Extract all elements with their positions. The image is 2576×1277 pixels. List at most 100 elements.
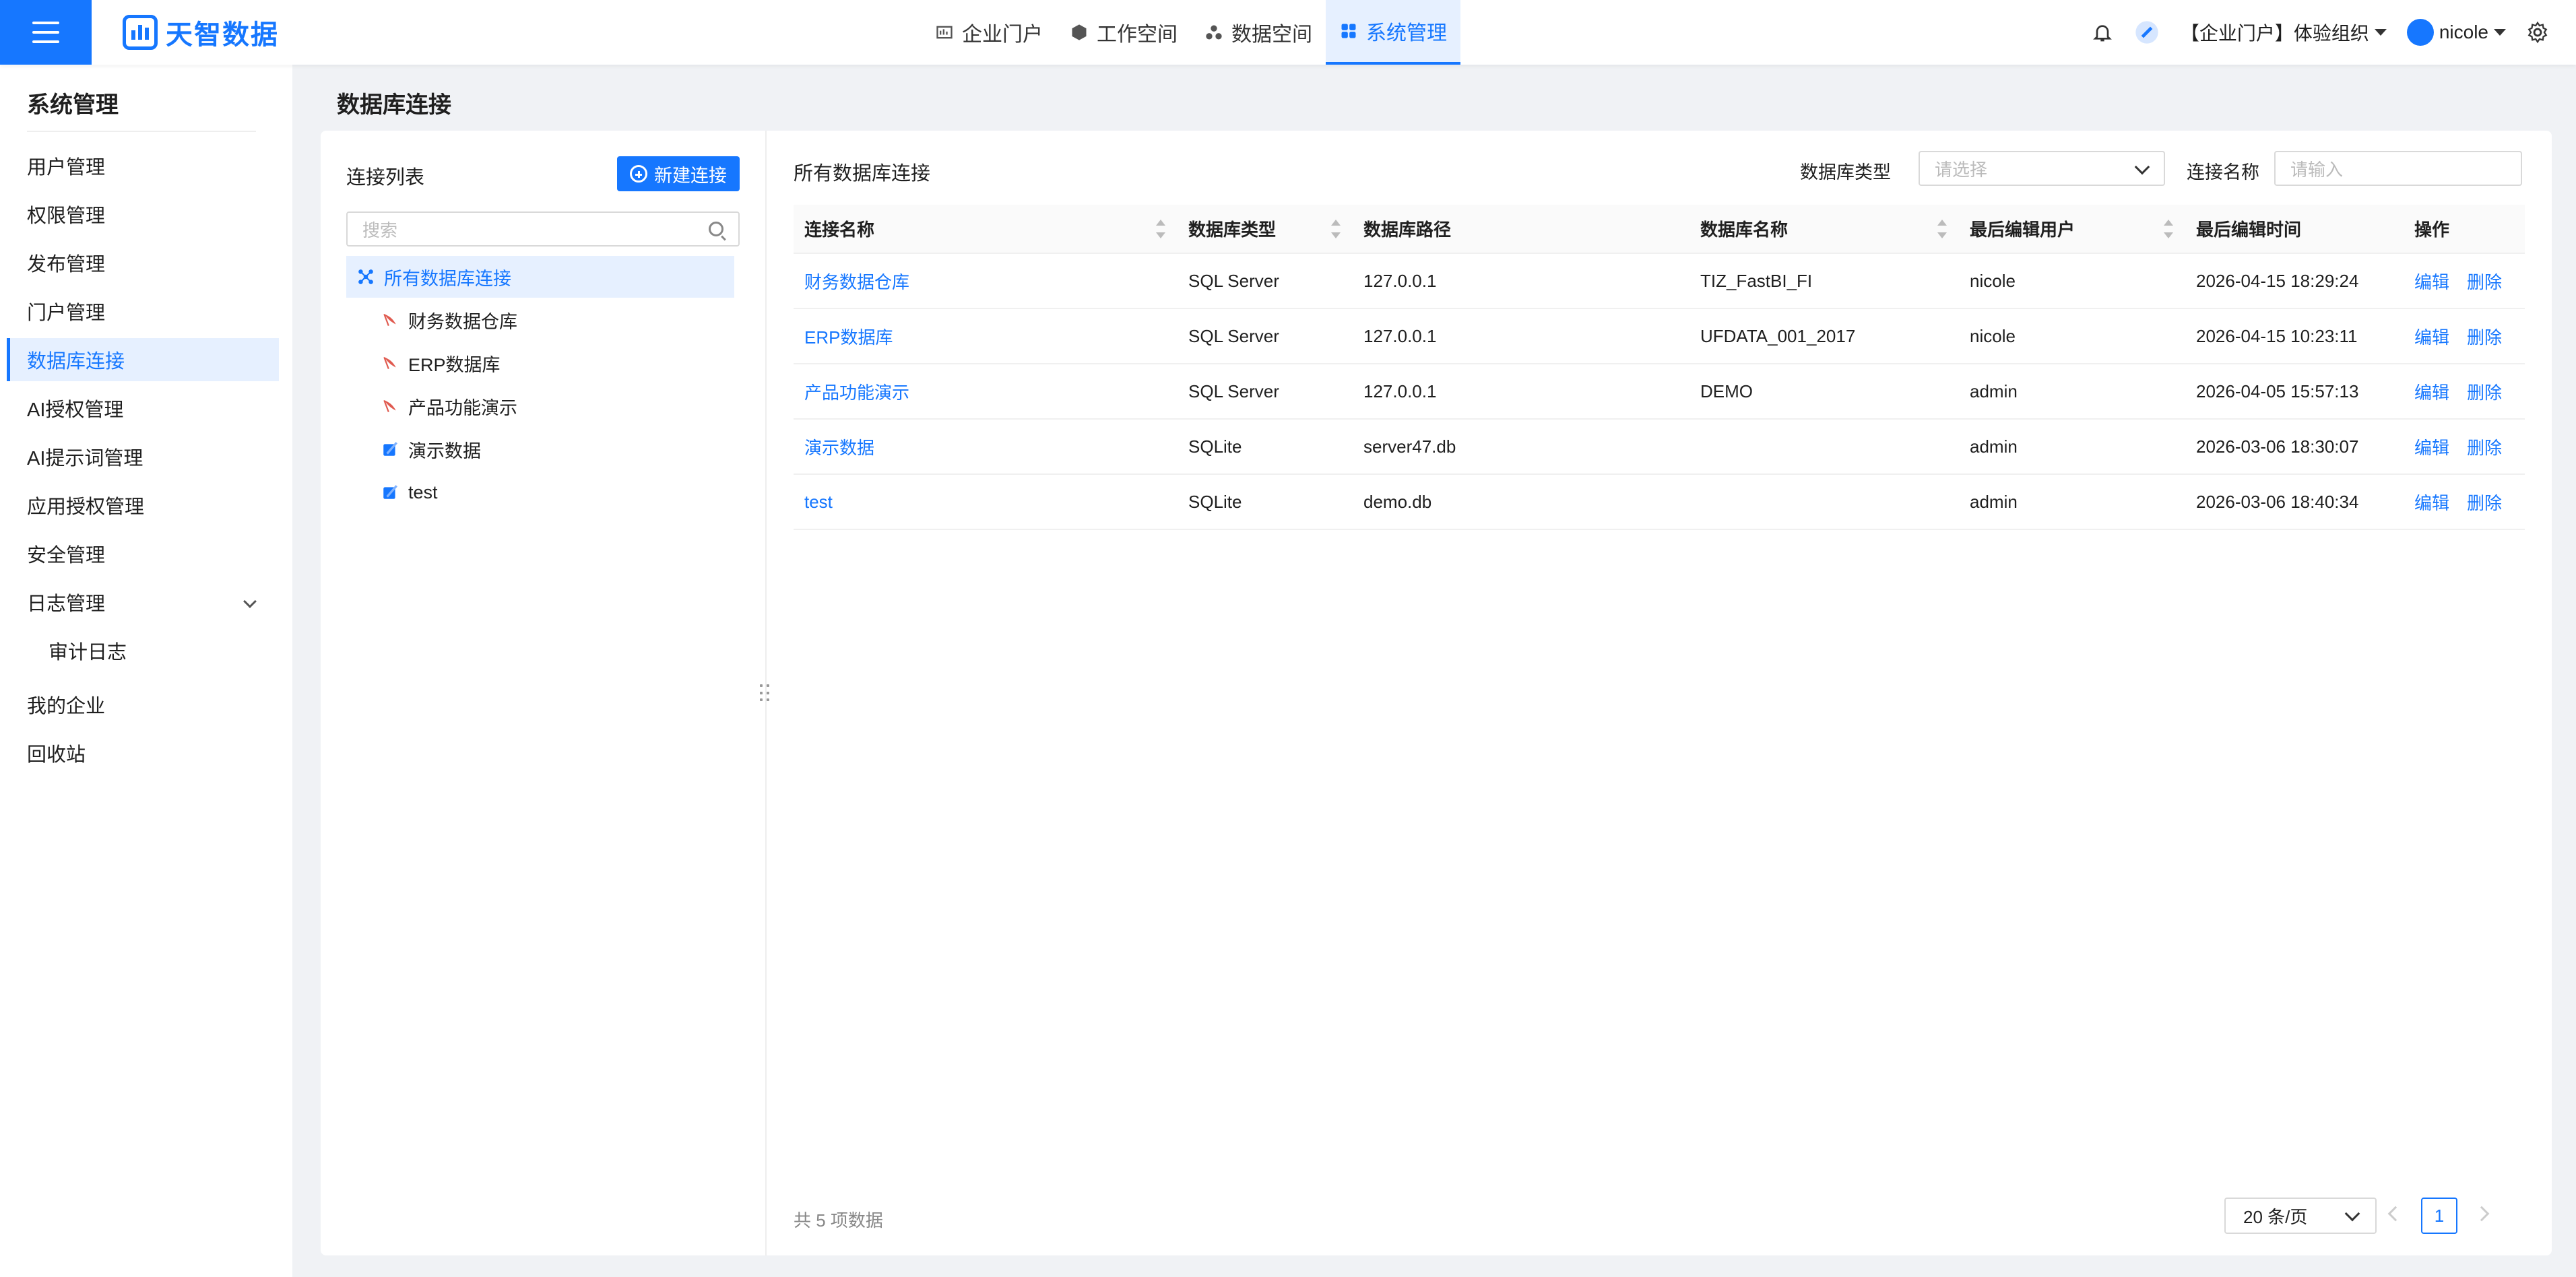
db-type-select[interactable]: 请选择	[1919, 151, 2165, 186]
cell-db-name: TIZ_FastBI_FI	[1689, 253, 1959, 309]
sidebar-item-logs[interactable]: 日志管理	[7, 581, 279, 624]
workspace-icon	[1072, 24, 1087, 40]
sqlite-icon	[383, 485, 397, 499]
connections-icon	[358, 269, 373, 284]
connection-name-link[interactable]: test	[794, 474, 1178, 530]
filter-conn-name-label: 连接名称	[2187, 162, 2259, 183]
app-logo[interactable]: 天智数据	[123, 13, 279, 51]
ai-assistant-icon[interactable]	[2133, 19, 2160, 46]
sidebar-item-recycle-bin[interactable]: 回收站	[7, 731, 279, 775]
delete-button[interactable]: 删除	[2467, 383, 2502, 403]
sort-icon[interactable]	[1331, 220, 1341, 238]
cell-db-name	[1689, 419, 1959, 475]
delete-button[interactable]: 删除	[2467, 438, 2502, 458]
connection-name-link[interactable]: 财务数据仓库	[794, 253, 1178, 309]
delete-button[interactable]: 删除	[2467, 327, 2502, 348]
table-row: ERP数据库 SQL Server 127.0.0.1 UFDATA_001_2…	[794, 308, 2525, 364]
hamburger-icon	[32, 22, 59, 43]
connection-list-panel: 连接列表 新建连接 搜索 所有数据库连接 财务数据仓库 ERP数据库 产品功能演…	[321, 131, 767, 1255]
sidebar-item-security[interactable]: 安全管理	[7, 532, 279, 575]
column-header[interactable]: 数据库名称	[1689, 205, 1959, 254]
nav-item-dataspace[interactable]: 数据空间	[1191, 0, 1326, 65]
plus-circle-icon	[630, 165, 647, 183]
tree-item-connection[interactable]: 产品功能演示	[346, 385, 734, 427]
tree-item-connection[interactable]: 演示数据	[346, 428, 734, 470]
nav-item-workspace[interactable]: 工作空间	[1056, 0, 1191, 65]
sidebar-item-ai-prompt[interactable]: AI提示词管理	[7, 435, 279, 478]
sidebar-title: 系统管理	[27, 92, 119, 118]
gear-icon[interactable]	[2526, 21, 2549, 44]
tree-item-label: ERP数据库	[408, 354, 501, 375]
sidebar-item-publish[interactable]: 发布管理	[7, 241, 279, 284]
cell-db-path: demo.db	[1353, 474, 1689, 530]
sidebar-item-permissions[interactable]: 权限管理	[7, 193, 279, 236]
connection-table-panel: 所有数据库连接 数据库类型 请选择 连接名称 请输入 连接名称 数据库类型 数据…	[767, 131, 2552, 1255]
sidebar-item-app-auth[interactable]: 应用授权管理	[7, 484, 279, 527]
nav-label: 企业门户	[962, 24, 1043, 46]
cell-actions: 编辑 删除	[2404, 474, 2525, 530]
column-header[interactable]: 连接名称	[794, 205, 1178, 254]
page-size-value: 20 条/页	[2243, 1206, 2308, 1227]
sidebar-divider	[27, 131, 256, 132]
caret-down-icon	[2374, 29, 2387, 36]
tree-item-connection[interactable]: 财务数据仓库	[346, 299, 734, 341]
edit-button[interactable]: 编辑	[2414, 493, 2449, 513]
nav-label: 数据空间	[1231, 24, 1312, 46]
org-selector[interactable]: 【企业门户】体验组织	[2181, 19, 2387, 46]
sort-icon[interactable]	[1156, 220, 1165, 238]
connection-list-title: 连接列表	[346, 167, 425, 189]
sidebar-item-db-connection[interactable]: 数据库连接	[7, 338, 279, 381]
sort-icon[interactable]	[2164, 220, 2173, 238]
tree-item-connection[interactable]: ERP数据库	[346, 342, 734, 384]
column-header[interactable]: 最后编辑用户	[1959, 205, 2185, 254]
sqlserver-icon	[383, 313, 396, 327]
tree-item-connection[interactable]: test	[346, 471, 734, 513]
table-row: 演示数据 SQLite server47.db admin 2026-03-06…	[794, 419, 2525, 475]
search-icon[interactable]	[709, 222, 723, 236]
cell-db-path: 127.0.0.1	[1353, 308, 1689, 364]
nav-item-system[interactable]: 系统管理	[1326, 0, 1460, 65]
delete-button[interactable]: 删除	[2467, 493, 2502, 513]
conn-name-input[interactable]: 请输入	[2274, 151, 2522, 186]
org-selector-label: 【企业门户】体验组织	[2180, 23, 2369, 44]
search-input[interactable]: 搜索	[346, 211, 740, 247]
connection-name-link[interactable]: ERP数据库	[794, 308, 1178, 364]
sqlite-icon	[383, 442, 397, 456]
edit-button[interactable]: 编辑	[2414, 327, 2449, 348]
cell-db-name	[1689, 474, 1959, 530]
conn-name-placeholder: 请输入	[2290, 159, 2344, 180]
sort-icon[interactable]	[1937, 220, 1947, 238]
bell-icon[interactable]	[2092, 22, 2113, 43]
connection-name-link[interactable]: 产品功能演示	[794, 364, 1178, 420]
new-connection-button[interactable]: 新建连接	[617, 156, 740, 191]
hamburger-menu-button[interactable]	[0, 0, 92, 65]
sidebar-item-users[interactable]: 用户管理	[7, 144, 279, 187]
edit-button[interactable]: 编辑	[2414, 272, 2449, 292]
top-right-tools: 【企业门户】体验组织 nicole	[2092, 0, 2549, 65]
column-header[interactable]: 数据库类型	[1178, 205, 1353, 254]
nav-item-portal[interactable]: 企业门户	[922, 0, 1056, 65]
edit-button[interactable]: 编辑	[2414, 438, 2449, 458]
cell-edit-user: admin	[1959, 364, 2185, 420]
next-page-icon[interactable]	[2474, 1206, 2490, 1222]
cell-db-type: SQL Server	[1178, 308, 1353, 364]
page-number-current[interactable]: 1	[2421, 1198, 2457, 1234]
connection-name-link[interactable]: 演示数据	[794, 419, 1178, 475]
delete-button[interactable]: 删除	[2467, 272, 2502, 292]
page-size-select[interactable]: 20 条/页	[2224, 1198, 2377, 1234]
sidebar-item-my-company[interactable]: 我的企业	[7, 683, 279, 726]
edit-button[interactable]: 编辑	[2414, 383, 2449, 403]
prev-page-icon[interactable]	[2387, 1206, 2404, 1222]
top-bar: 天智数据 企业门户 工作空间 数据空间 系统管理 【企业门户】体验组织 nico…	[0, 0, 2576, 65]
sqlserver-icon	[383, 356, 396, 370]
total-count: 共 5 项数据	[794, 1210, 883, 1231]
sidebar-item-audit-log[interactable]: 审计日志	[7, 629, 279, 672]
cell-edit-time: 2026-04-05 15:57:13	[2185, 364, 2404, 420]
connection-table: 连接名称 数据库类型 数据库路径 数据库名称 最后编辑用户 最后编辑时间 操作 …	[794, 205, 2525, 530]
cell-edit-time: 2026-03-06 18:40:34	[2185, 474, 2404, 530]
sidebar-item-portal[interactable]: 门户管理	[7, 290, 279, 333]
page-title: 数据库连接	[337, 92, 451, 118]
user-menu[interactable]: nicole	[2406, 19, 2506, 46]
sidebar-item-ai-auth[interactable]: AI授权管理	[7, 387, 279, 430]
tree-item-all-connections[interactable]: 所有数据库连接	[346, 256, 734, 298]
